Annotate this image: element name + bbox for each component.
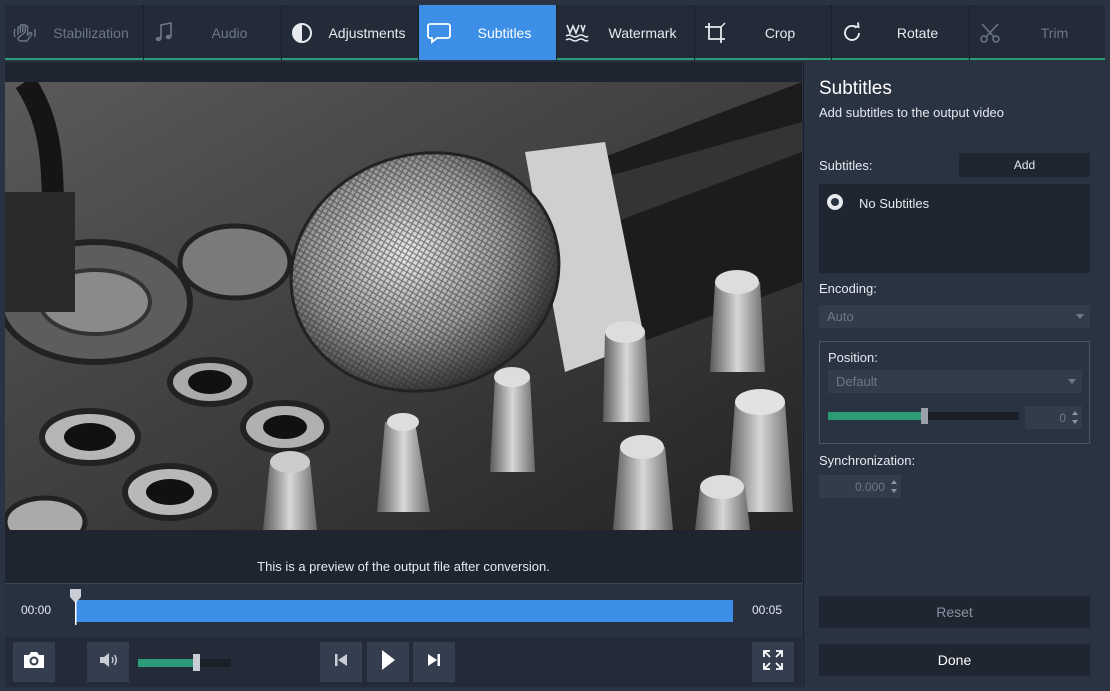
encoding-label: Encoding: bbox=[819, 281, 877, 296]
timeline-track[interactable] bbox=[75, 600, 733, 622]
contrast-icon bbox=[282, 21, 322, 45]
skip-back-icon bbox=[333, 652, 349, 673]
tab-trim[interactable]: Trim bbox=[970, 5, 1105, 60]
spin-down-icon[interactable] bbox=[891, 489, 897, 493]
reset-button[interactable]: Reset bbox=[819, 596, 1090, 628]
subtitle-option-label: No Subtitles bbox=[859, 196, 930, 211]
tab-crop[interactable]: Crop bbox=[695, 5, 832, 60]
tab-label: Trim bbox=[1040, 24, 1069, 41]
encoding-select[interactable]: Auto bbox=[819, 305, 1090, 328]
tab-label: Audio bbox=[211, 24, 248, 41]
position-label: Position: bbox=[828, 350, 878, 365]
position-offset-value: 0 bbox=[1059, 410, 1066, 425]
fullscreen-icon bbox=[762, 649, 784, 676]
crop-icon bbox=[695, 21, 735, 45]
watermark-icon bbox=[557, 21, 597, 45]
volume-handle[interactable] bbox=[192, 654, 200, 671]
player-controls bbox=[5, 637, 802, 687]
fullscreen-button[interactable] bbox=[752, 642, 794, 682]
mute-button[interactable] bbox=[87, 642, 129, 682]
spin-down-icon[interactable] bbox=[1072, 420, 1078, 424]
tab-bar: Stabilization Audio Adjustments Subtitle… bbox=[5, 5, 1105, 60]
chevron-down-icon bbox=[1068, 379, 1076, 384]
panel-subtitle: Add subtitles to the output video bbox=[819, 105, 1005, 120]
speech-bubble-icon bbox=[419, 21, 459, 45]
spin-up-icon[interactable] bbox=[1072, 411, 1078, 415]
subtitle-list: No Subtitles bbox=[819, 184, 1090, 273]
position-fill bbox=[828, 412, 924, 420]
tab-label: Watermark bbox=[608, 24, 677, 41]
play-button[interactable] bbox=[367, 642, 409, 682]
time-end: 00:05 bbox=[752, 603, 783, 617]
subtitles-label: Subtitles: bbox=[819, 158, 873, 173]
playhead-handle[interactable] bbox=[70, 589, 81, 625]
done-button[interactable]: Done bbox=[819, 644, 1090, 676]
chevron-down-icon bbox=[1076, 314, 1084, 319]
encoding-value: Auto bbox=[827, 309, 854, 324]
panel-title: Subtitles bbox=[819, 78, 892, 99]
music-note-icon bbox=[144, 21, 184, 45]
volume-fill bbox=[138, 659, 196, 667]
position-select[interactable]: Default bbox=[828, 370, 1082, 393]
play-icon bbox=[379, 649, 397, 676]
tab-subtitles[interactable]: Subtitles bbox=[419, 5, 557, 60]
time-start: 00:00 bbox=[21, 603, 52, 617]
position-group: Position: Default 0 bbox=[819, 341, 1090, 444]
tab-audio[interactable]: Audio bbox=[144, 5, 282, 60]
tab-adjustments[interactable]: Adjustments bbox=[282, 5, 419, 60]
speaker-icon bbox=[98, 651, 118, 674]
synchronization-spinner[interactable]: 0.000 bbox=[819, 475, 901, 498]
skip-forward-icon bbox=[426, 652, 442, 673]
position-slider[interactable] bbox=[828, 408, 1019, 424]
microphone-mixer-image bbox=[5, 82, 802, 530]
video-preview: This is a preview of the output file aft… bbox=[5, 62, 802, 583]
subtitles-panel: Subtitles Add subtitles to the output vi… bbox=[803, 62, 1105, 687]
tab-label: Rotate bbox=[896, 24, 939, 41]
rotate-icon bbox=[832, 21, 872, 45]
tab-watermark[interactable]: Watermark bbox=[557, 5, 695, 60]
radio-button-selected[interactable] bbox=[827, 194, 843, 210]
tab-label: Subtitles bbox=[477, 24, 532, 41]
tab-label: Stabilization bbox=[53, 24, 129, 41]
hand-icon bbox=[5, 21, 45, 45]
synchronization-value: 0.000 bbox=[854, 479, 885, 494]
position-value: Default bbox=[836, 374, 878, 389]
volume-slider[interactable] bbox=[138, 654, 231, 671]
preview-frame bbox=[5, 82, 802, 530]
add-subtitles-button[interactable]: Add bbox=[959, 153, 1090, 177]
snapshot-button[interactable] bbox=[13, 642, 55, 682]
tab-label: Adjustments bbox=[328, 24, 406, 41]
preview-caption: This is a preview of the output file aft… bbox=[257, 559, 550, 574]
synchronization-label: Synchronization: bbox=[819, 453, 916, 468]
position-handle[interactable] bbox=[920, 408, 928, 424]
scissors-icon bbox=[970, 21, 1010, 45]
spin-up-icon[interactable] bbox=[891, 480, 897, 484]
position-offset-spinner[interactable]: 0 bbox=[1025, 406, 1082, 429]
next-frame-button[interactable] bbox=[413, 642, 455, 682]
tab-label: Crop bbox=[764, 24, 796, 41]
previous-frame-button[interactable] bbox=[320, 642, 362, 682]
camera-icon bbox=[22, 650, 46, 675]
tab-rotate[interactable]: Rotate bbox=[832, 5, 970, 60]
timeline: 00:00 00:05 bbox=[5, 583, 802, 636]
tab-stabilization[interactable]: Stabilization bbox=[5, 5, 144, 60]
